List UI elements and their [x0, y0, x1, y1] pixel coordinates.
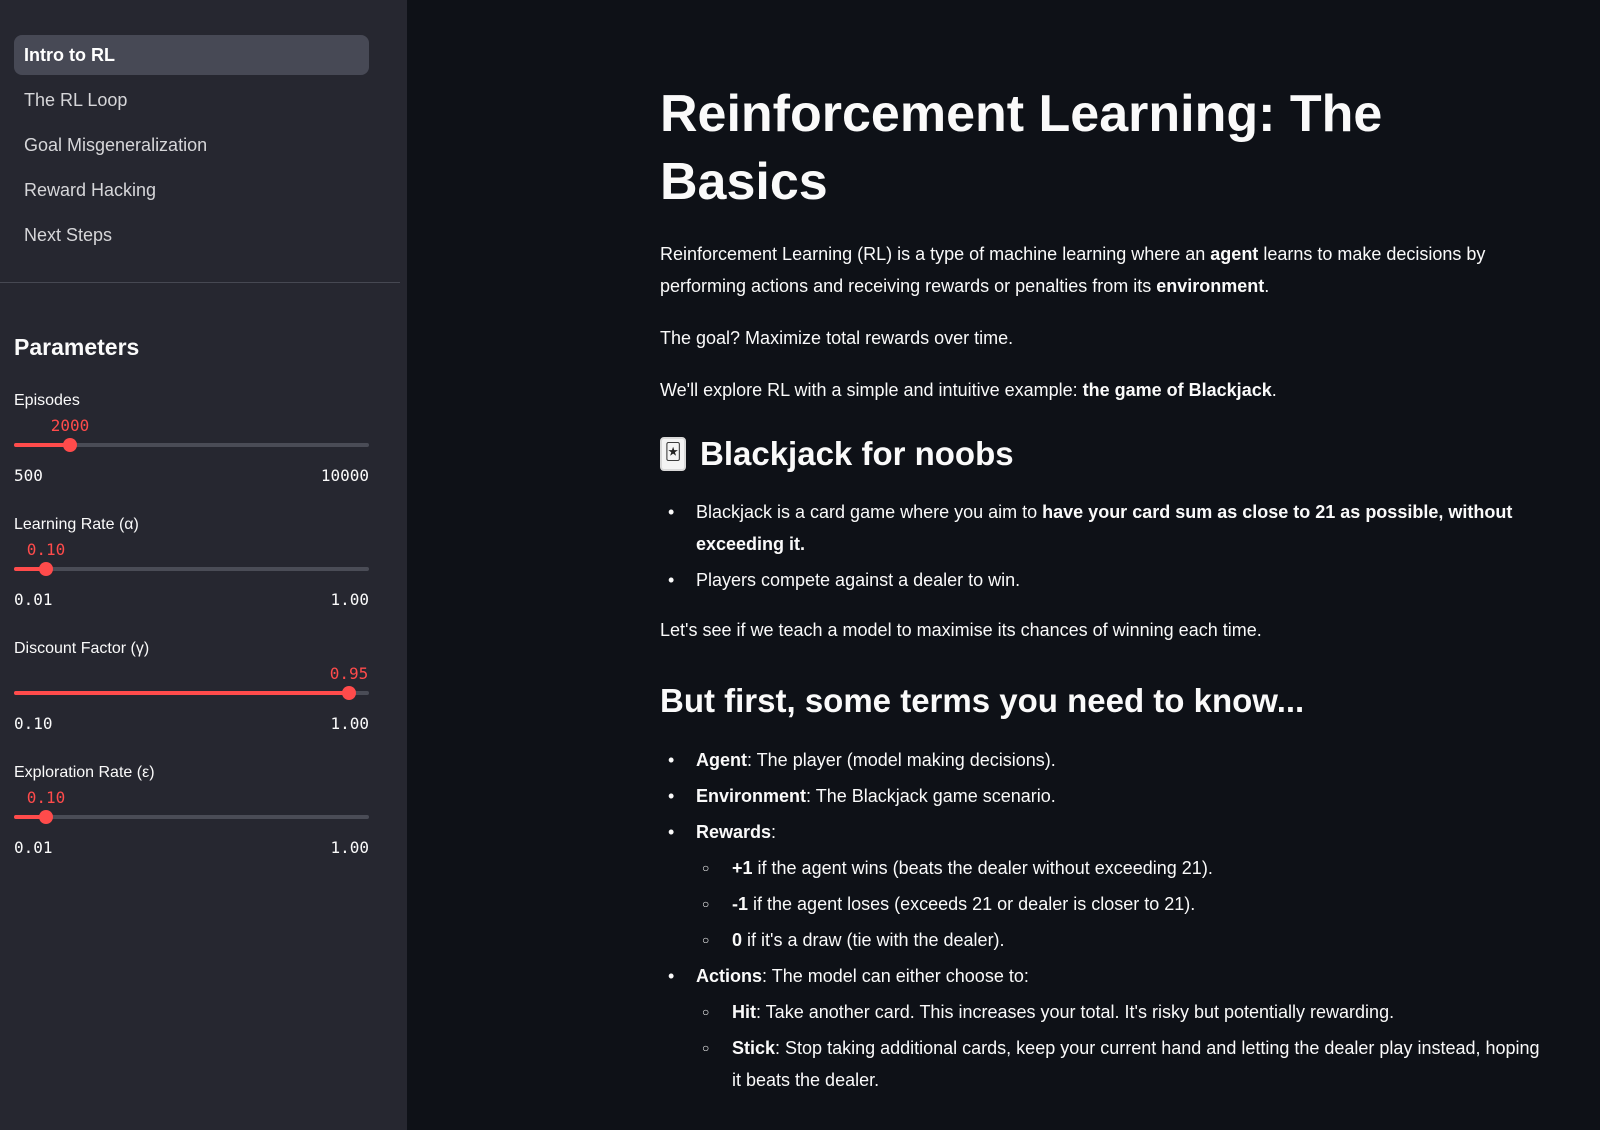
exploration-rate-slider: Exploration Rate (ε) 0.10 0.01 1.00: [14, 764, 369, 874]
slider-label: Learning Rate (α): [14, 516, 139, 533]
sub-text: : Take another card. This increases your…: [756, 1002, 1395, 1022]
slider-track[interactable]: [14, 567, 369, 571]
slider-label: Episodes: [14, 392, 80, 409]
list-item: 0 if it's a draw (tie with the dealer).: [696, 924, 1540, 956]
slider-track[interactable]: [14, 815, 369, 819]
list-item: Environment: The Blackjack game scenario…: [660, 780, 1540, 812]
intro-text: .: [1264, 276, 1270, 296]
terms-list: Agent: The player (model making decision…: [660, 744, 1540, 1096]
slider-value: 0.10: [26, 540, 66, 559]
list-item: Rewards: +1 if the agent wins (beats the…: [660, 816, 1540, 956]
explore-paragraph: We'll explore RL with a simple and intui…: [660, 374, 1540, 406]
list-item: Actions: The model can either choose to:…: [660, 960, 1540, 1096]
slider-value: 2000: [50, 416, 90, 435]
teach-paragraph: Let's see if we teach a model to maximis…: [660, 620, 1262, 640]
slider-min: 0.10: [14, 714, 53, 733]
list-item: Stick: Stop taking additional cards, kee…: [696, 1032, 1540, 1096]
list-item: Blackjack is a card game where you aim t…: [660, 496, 1540, 560]
term-bold: Rewards: [696, 822, 772, 842]
episodes-slider: Episodes 2000 500 10000: [14, 392, 369, 502]
explore-text: .: [1271, 380, 1277, 400]
sidebar-divider: [0, 282, 400, 283]
goal-paragraph: The goal? Maximize total rewards over ti…: [660, 328, 1014, 348]
slider-min: 0.01: [14, 590, 53, 609]
blackjack-heading-text: Blackjack for noobs: [700, 435, 1014, 472]
slider-thumb[interactable]: [342, 686, 356, 700]
terms-heading: But first, some terms you need to know..…: [660, 682, 1305, 719]
blackjack-heading: 🃏 Blackjack for noobs: [660, 432, 1540, 476]
term-bold: Environment: [696, 786, 807, 806]
list-item: Hit: Take another card. This increases y…: [696, 996, 1540, 1028]
term-text: : The model can either choose to:: [762, 966, 1029, 986]
slider-value: 0.10: [26, 788, 66, 807]
learning-rate-slider: Learning Rate (α) 0.10 0.01 1.00: [14, 516, 369, 626]
nav-item-reward-hacking[interactable]: Reward Hacking: [14, 170, 369, 210]
term-bold: Actions: [696, 966, 763, 986]
list-item: Players compete against a dealer to win.: [660, 564, 1540, 596]
slider-thumb[interactable]: [39, 810, 53, 824]
intro-bold-environment: environment: [1156, 276, 1265, 296]
sidebar: Intro to RL The RL Loop Goal Misgenerali…: [0, 0, 407, 1130]
sub-text: if it's a draw (tie with the dealer).: [742, 930, 1005, 950]
nav-item-the-rl-loop[interactable]: The RL Loop: [14, 80, 369, 120]
sub-bold: -1: [732, 894, 749, 914]
list-item: +1 if the agent wins (beats the dealer w…: [696, 852, 1540, 884]
main-content: Reinforcement Learning: The Basics Reinf…: [660, 80, 1540, 1114]
sub-text: : Stop taking additional cards, keep you…: [732, 1038, 1540, 1090]
sub-bold: Stick: [732, 1038, 776, 1058]
intro-bold-agent: agent: [1210, 244, 1259, 264]
slider-fill: [14, 691, 349, 695]
slider-fill: [14, 443, 70, 447]
slider-min: 0.01: [14, 838, 53, 857]
page-title: Reinforcement Learning: The Basics: [660, 85, 1383, 211]
page-navigation: Intro to RL The RL Loop Goal Misgenerali…: [14, 35, 369, 260]
sub-bold: +1: [732, 858, 753, 878]
sub-bold: Hit: [732, 1002, 756, 1022]
sub-text: if the agent loses (exceeds 21 or dealer…: [748, 894, 1196, 914]
slider-value: 0.95: [329, 664, 369, 683]
slider-track[interactable]: [14, 691, 369, 695]
list-item: -1 if the agent loses (exceeds 21 or dea…: [696, 888, 1540, 920]
term-bold: Agent: [696, 750, 747, 770]
nav-item-goal-misgeneralization[interactable]: Goal Misgeneralization: [14, 125, 369, 165]
discount-factor-slider: Discount Factor (γ) 0.95 0.10 1.00: [14, 640, 369, 750]
list-item-text: Blackjack is a card game where you aim t…: [696, 502, 1043, 522]
slider-max: 1.00: [330, 590, 369, 609]
intro-text: Reinforcement Learning (RL) is a type of…: [660, 244, 1211, 264]
slider-max: 10000: [320, 466, 369, 485]
intro-paragraph: Reinforcement Learning (RL) is a type of…: [660, 238, 1540, 302]
sub-text: if the agent wins (beats the dealer with…: [752, 858, 1213, 878]
slider-max: 1.00: [330, 714, 369, 733]
slider-max: 1.00: [330, 838, 369, 857]
blackjack-bullets: Blackjack is a card game where you aim t…: [660, 496, 1540, 596]
parameters-heading: Parameters: [14, 334, 140, 360]
actions-sublist: Hit: Take another card. This increases y…: [696, 996, 1540, 1096]
playing-card-icon: 🃏: [660, 437, 686, 471]
slider-thumb[interactable]: [63, 438, 77, 452]
rewards-sublist: +1 if the agent wins (beats the dealer w…: [696, 852, 1540, 956]
sub-bold: 0: [732, 930, 743, 950]
term-text: :: [771, 822, 777, 842]
slider-min: 500: [14, 466, 43, 485]
slider-thumb[interactable]: [39, 562, 53, 576]
slider-label: Discount Factor (γ): [14, 640, 150, 657]
nav-item-next-steps[interactable]: Next Steps: [14, 215, 369, 255]
slider-label: Exploration Rate (ε): [14, 764, 155, 781]
explore-bold: the game of Blackjack: [1082, 380, 1272, 400]
term-text: : The Blackjack game scenario.: [806, 786, 1056, 806]
explore-text: We'll explore RL with a simple and intui…: [660, 380, 1083, 400]
list-item: Agent: The player (model making decision…: [660, 744, 1540, 776]
term-text: : The player (model making decisions).: [747, 750, 1056, 770]
nav-item-intro-to-rl[interactable]: Intro to RL: [14, 35, 369, 75]
